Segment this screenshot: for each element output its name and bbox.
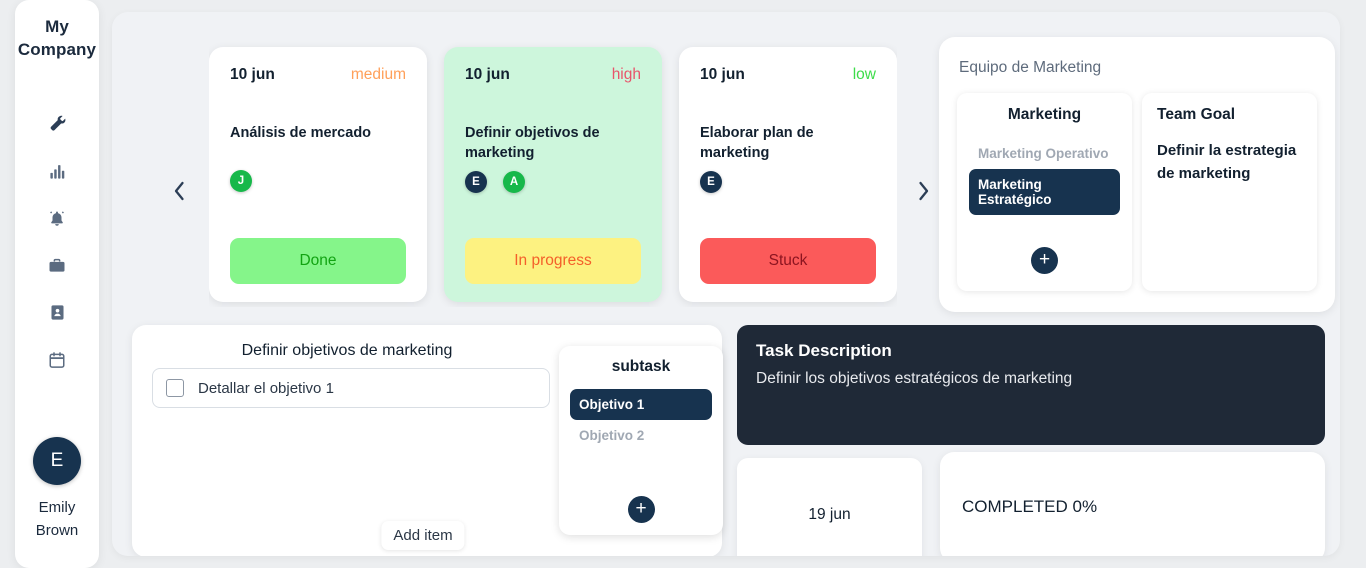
avatar: E: [33, 436, 81, 485]
subtask-panel: subtask Objetivo 1 Objetivo 2 +: [559, 346, 723, 535]
subtask-add-wrapper: +: [570, 496, 712, 525]
subtask-item-objetivo-1[interactable]: Objetivo 1: [570, 389, 712, 420]
task-description-panel: Task Description Definir los objetivos e…: [737, 325, 1325, 445]
task-priority: low: [852, 66, 876, 83]
team-panel-title: Equipo de Marketing: [959, 59, 1102, 76]
team-column-title: Marketing: [1007, 106, 1082, 123]
task-card-header: 10 jun low: [700, 66, 876, 84]
task-priority: medium: [350, 66, 406, 83]
assignee-avatar[interactable]: E: [465, 170, 487, 193]
task-card[interactable]: 10 jun medium Análisis de mercado J Done: [209, 47, 427, 302]
bar-chart-icon[interactable]: [43, 159, 71, 185]
brand-line-2: Company: [17, 39, 97, 59]
task-assignees: J: [230, 170, 406, 192]
subtask-panel-title: subtask: [611, 358, 671, 375]
task-assignees: E: [700, 170, 876, 193]
team-column-goal: Team Goal Definir la estrategia de marke…: [1142, 93, 1317, 291]
assignee-avatar[interactable]: A: [503, 170, 525, 193]
add-team-item-button[interactable]: +: [1031, 247, 1058, 274]
checkbox-icon[interactable]: [166, 379, 184, 397]
team-add-wrapper: +: [969, 247, 1120, 278]
user-last-name: Brown: [35, 521, 79, 539]
completion-card: COMPLETED 0%: [940, 452, 1325, 556]
team-goal-title: Team Goal: [1157, 106, 1236, 123]
carousel-next-icon[interactable]: [910, 176, 936, 206]
sidebar-nav: [43, 112, 71, 373]
bell-icon[interactable]: [43, 206, 71, 232]
calendar-icon[interactable]: [43, 347, 71, 373]
subtask-list: Objetivo 1 Objetivo 2: [570, 389, 712, 451]
task-due-date: 10 jun: [230, 66, 275, 83]
team-panel: Equipo de Marketing Marketing Marketing …: [939, 37, 1335, 312]
sidebar-user[interactable]: E Emily Brown: [15, 436, 99, 543]
task-status-button[interactable]: In progress: [465, 238, 641, 284]
task-priority: high: [611, 66, 641, 83]
sidebar: My Company E Emily Brown: [15, 0, 99, 568]
brand-logo: My Company: [18, 16, 96, 62]
task-due-date: 10 jun: [465, 66, 510, 83]
task-title: Definir objetivos de marketing: [465, 125, 600, 162]
team-goal-text: Definir la estrategia de marketing: [1157, 142, 1297, 183]
task-status-button[interactable]: Done: [230, 238, 406, 284]
contact-card-icon[interactable]: [43, 300, 71, 326]
task-carousel: 10 jun medium Análisis de mercado J Done…: [135, 32, 945, 307]
assignee-avatar[interactable]: E: [700, 170, 722, 193]
due-date-card[interactable]: 19 jun: [737, 458, 922, 556]
team-column-marketing: Marketing Marketing Operativo Marketing …: [957, 93, 1132, 291]
checklist-item[interactable]: Detallar el objetivo 1: [152, 368, 550, 408]
due-date-value: 19 jun: [808, 506, 851, 523]
add-item-button[interactable]: Add item: [381, 521, 465, 550]
checklist-items: Detallar el objetivo 1: [152, 368, 550, 408]
task-description-body: Definir los objetivos estratégicos de ma…: [756, 370, 1073, 387]
checklist-panel: Definir objetivos de marketing Detallar …: [132, 325, 723, 556]
carousel-prev-icon[interactable]: [166, 176, 192, 206]
task-card-header: 10 jun medium: [230, 66, 406, 84]
carousel-track: 10 jun medium Análisis de mercado J Done…: [209, 32, 897, 302]
task-assignees: E A: [465, 170, 641, 193]
user-name: Emily Brown: [24, 496, 90, 543]
task-status-button[interactable]: Stuck: [700, 238, 876, 284]
task-description-title: Task Description: [756, 341, 892, 360]
team-columns: Marketing Marketing Operativo Marketing …: [957, 93, 1317, 291]
checklist-item-label: Detallar el objetivo 1: [198, 379, 334, 397]
task-title: Elaborar plan de marketing: [700, 125, 814, 162]
carousel-viewport: 10 jun medium Análisis de mercado J Done…: [209, 32, 897, 307]
wrench-icon[interactable]: [43, 112, 71, 138]
completion-label: COMPLETED 0%: [962, 497, 1098, 516]
brand-line-1: My: [45, 17, 69, 36]
app-root: My Company E Emily Brown 10 jun medium A…: [0, 0, 1366, 568]
team-item-marketing-estrategico[interactable]: Marketing Estratégico: [969, 169, 1120, 215]
assignee-avatar[interactable]: J: [230, 170, 252, 192]
briefcase-icon[interactable]: [43, 253, 71, 279]
task-title: Análisis de mercado: [230, 125, 372, 141]
main-content: 10 jun medium Análisis de mercado J Done…: [112, 12, 1340, 556]
team-item-list: Marketing Operativo Marketing Estratégic…: [969, 138, 1120, 215]
team-item-marketing-operativo[interactable]: Marketing Operativo: [969, 138, 1120, 169]
add-subtask-button[interactable]: +: [627, 496, 655, 523]
task-card[interactable]: 10 jun low Elaborar plan de marketing E …: [679, 47, 897, 302]
task-card-header: 10 jun high: [465, 66, 641, 84]
task-card[interactable]: 10 jun high Definir objetivos de marketi…: [444, 47, 662, 302]
task-due-date: 10 jun: [700, 66, 745, 83]
user-first-name: Emily: [38, 498, 76, 516]
subtask-item-objetivo-2[interactable]: Objetivo 2: [570, 420, 712, 451]
